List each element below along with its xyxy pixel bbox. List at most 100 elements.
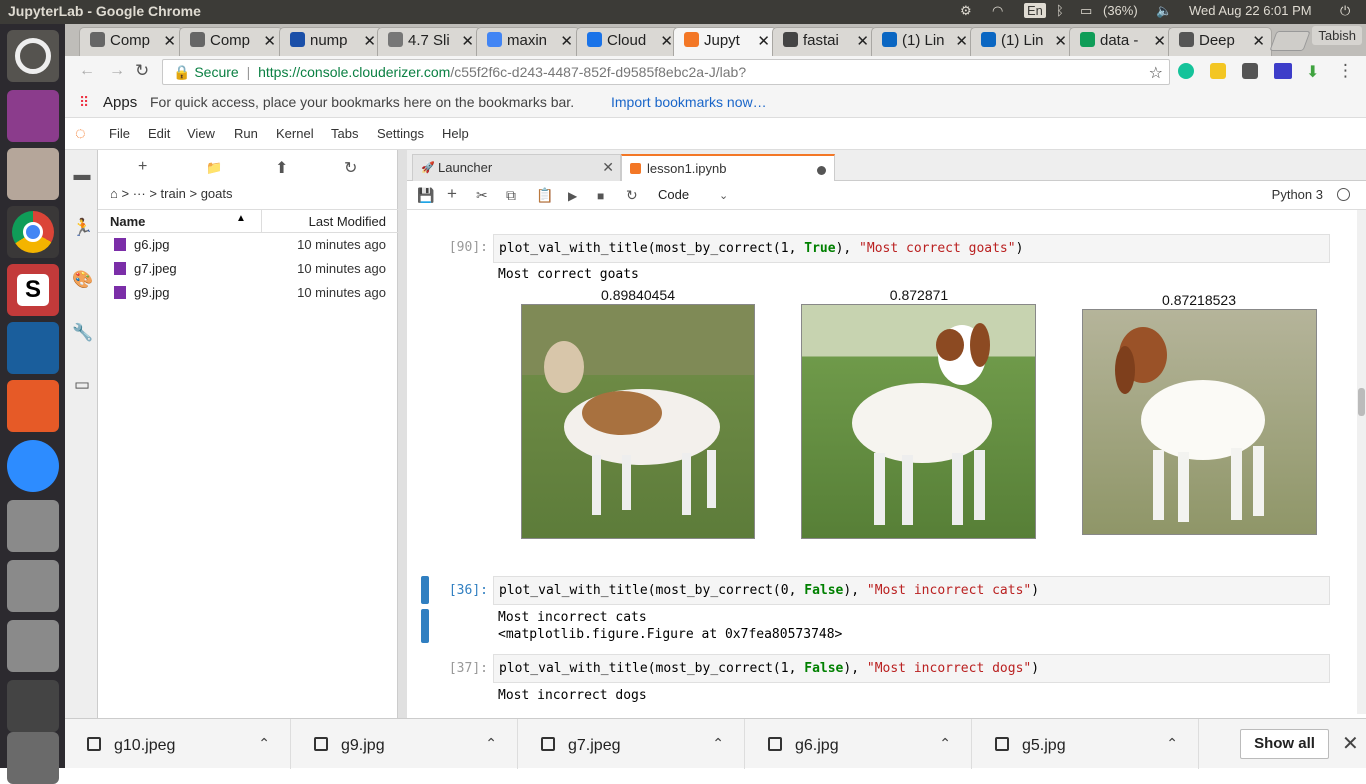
paste-icon[interactable]: 📋 xyxy=(536,187,553,204)
files-app-icon[interactable] xyxy=(7,148,59,200)
browser-tab[interactable]: maxin ✕ xyxy=(476,27,580,56)
cell-type-select[interactable]: Code xyxy=(658,187,689,202)
notebook-scrollbar[interactable] xyxy=(1357,210,1366,714)
menu-edit[interactable]: Edit xyxy=(148,126,170,141)
show-all-downloads-button[interactable]: Show all xyxy=(1240,729,1329,759)
browser-tab[interactable]: Jupyt ✕ xyxy=(673,27,777,56)
shield-extension-icon[interactable] xyxy=(1242,63,1258,79)
profile-button[interactable]: Tabish xyxy=(1312,26,1362,45)
clock[interactable]: Wed Aug 22 6:01 PM xyxy=(1189,3,1312,18)
close-icon[interactable]: ✕ xyxy=(1252,32,1265,50)
browser-tab[interactable]: data - ✕ xyxy=(1069,27,1173,56)
menu-tabs[interactable]: Tabs xyxy=(331,126,358,141)
chrome-menu-icon[interactable]: ⋮ xyxy=(1337,61,1354,81)
browser-tab[interactable]: (1) Lin ✕ xyxy=(871,27,975,56)
new-folder-icon[interactable]: 📁 xyxy=(206,160,222,176)
file-row[interactable]: g7.jpeg 10 minutes ago xyxy=(98,257,398,281)
battery-percent[interactable]: (36%) xyxy=(1103,3,1138,18)
chevron-up-icon[interactable]: ⌃ xyxy=(712,735,724,752)
browser-tab[interactable]: (1) Lin ✕ xyxy=(970,27,1074,56)
insert-cell-icon[interactable]: + xyxy=(447,184,457,204)
chevron-up-icon[interactable]: ⌃ xyxy=(485,735,497,752)
disk-drive-icon[interactable] xyxy=(7,500,59,552)
tab-launcher[interactable]: 🚀 Launcher ✕ xyxy=(412,154,621,181)
tabs-icon[interactable]: ▭ xyxy=(72,375,92,395)
tab-lesson1-notebook[interactable]: lesson1.ipynb xyxy=(621,154,835,181)
new-launcher-icon[interactable]: + xyxy=(138,158,147,176)
kernel-name[interactable]: Python 3 xyxy=(1272,187,1323,202)
file-row[interactable]: g6.jpg 10 minutes ago xyxy=(98,233,398,257)
close-icon[interactable]: ✕ xyxy=(1342,731,1359,756)
name-column-header[interactable]: Name xyxy=(110,214,145,229)
browser-tab[interactable]: Comp ✕ xyxy=(79,27,183,56)
chevron-down-icon[interactable]: ⌄ xyxy=(719,189,728,202)
code-cell-input[interactable]: plot_val_with_title(most_by_correct(0, F… xyxy=(493,576,1330,605)
close-icon[interactable]: ✕ xyxy=(163,32,176,50)
volume-icon[interactable]: 🔈 xyxy=(1156,3,1172,19)
slack-app-icon[interactable]: S xyxy=(7,264,59,316)
browser-tab[interactable]: Deep ✕ xyxy=(1168,27,1272,56)
disk-drive-icon[interactable] xyxy=(7,620,59,672)
download-item[interactable]: g9.jpg ⌃ xyxy=(292,719,518,769)
close-icon[interactable]: ✕ xyxy=(660,32,673,50)
palette-icon[interactable]: 🎨 xyxy=(72,270,93,290)
chevron-up-icon[interactable]: ⌃ xyxy=(939,735,951,752)
close-icon[interactable]: ✕ xyxy=(757,32,770,50)
code-cell-input[interactable]: plot_val_with_title(most_by_correct(1, T… xyxy=(493,234,1330,263)
running-icon[interactable]: 🏃 xyxy=(72,218,93,238)
stop-icon[interactable]: ■ xyxy=(597,189,604,203)
close-icon[interactable]: ✕ xyxy=(560,32,573,50)
close-icon[interactable]: ✕ xyxy=(363,32,376,50)
sort-ascending-icon[interactable]: ▲ xyxy=(236,213,246,224)
menu-settings[interactable]: Settings xyxy=(377,126,424,141)
unsaved-dot-icon[interactable] xyxy=(817,166,826,175)
file-row[interactable]: g9.jpg 10 minutes ago xyxy=(98,281,398,305)
download-item[interactable]: g10.jpeg ⌃ xyxy=(65,719,291,769)
zoom-app-icon[interactable] xyxy=(7,440,59,492)
menu-run[interactable]: Run xyxy=(234,126,258,141)
browser-tab[interactable]: nump ✕ xyxy=(279,27,383,56)
menu-help[interactable]: Help xyxy=(442,126,469,141)
battery-icon[interactable]: ▭ xyxy=(1080,3,1092,19)
language-indicator[interactable]: En xyxy=(1024,3,1046,18)
ubuntu-logo-icon[interactable] xyxy=(7,30,59,82)
cut-icon[interactable]: ✂ xyxy=(476,187,488,204)
browser-tab[interactable]: Cloud ✕ xyxy=(576,27,680,56)
wrench-icon[interactable]: 🔧 xyxy=(72,323,93,343)
browser-tab[interactable]: Comp ✕ xyxy=(179,27,283,56)
bluetooth-icon[interactable]: ᛒ xyxy=(1056,3,1064,18)
vscode-app-icon[interactable] xyxy=(7,322,59,374)
close-icon[interactable]: ✕ xyxy=(955,32,968,50)
browser-tab[interactable]: fastai ✕ xyxy=(772,27,876,56)
restart-icon[interactable]: ↻ xyxy=(626,187,638,204)
grammarly-extension-icon[interactable] xyxy=(1178,63,1194,79)
terminal-app-icon[interactable] xyxy=(7,90,59,142)
new-tab-button[interactable] xyxy=(1269,31,1311,51)
power-icon[interactable]: ⏻ xyxy=(1340,3,1350,19)
back-icon[interactable]: ← xyxy=(79,62,95,80)
omnibox[interactable]: 🔒 Secure | https://console.clouderizer.c… xyxy=(162,59,1170,85)
download-extension-icon[interactable]: ⬇ xyxy=(1306,62,1319,82)
last-modified-column-header[interactable]: Last Modified xyxy=(309,214,386,229)
copy-icon[interactable]: ⧉ xyxy=(506,187,516,204)
breadcrumb-goats[interactable]: goats xyxy=(201,186,233,201)
folder-icon[interactable]: ▬ xyxy=(72,165,92,185)
save-icon[interactable]: 💾 xyxy=(417,187,434,204)
breadcrumb-train[interactable]: train xyxy=(161,186,186,201)
trash-icon[interactable] xyxy=(7,732,59,784)
apps-grid-icon[interactable]: ⠿ xyxy=(79,94,89,111)
import-bookmarks-link[interactable]: Import bookmarks now… xyxy=(611,94,767,110)
wifi-icon[interactable]: ◠ xyxy=(992,3,1003,19)
close-icon[interactable]: ✕ xyxy=(602,159,614,176)
upload-icon[interactable]: ⬆ xyxy=(275,158,288,178)
refresh-icon[interactable]: ↻ xyxy=(344,158,357,178)
disk-drive-icon[interactable] xyxy=(7,560,59,612)
download-item[interactable]: g7.jpeg ⌃ xyxy=(519,719,745,769)
screen-extension-icon[interactable] xyxy=(1274,63,1292,79)
close-icon[interactable]: ✕ xyxy=(856,32,869,50)
breadcrumb-ellipsis[interactable]: ··· xyxy=(133,186,146,201)
chevron-up-icon[interactable]: ⌃ xyxy=(258,735,270,752)
chrome-app-icon[interactable] xyxy=(7,206,59,258)
menu-kernel[interactable]: Kernel xyxy=(276,126,314,141)
keep-extension-icon[interactable] xyxy=(1210,63,1226,79)
